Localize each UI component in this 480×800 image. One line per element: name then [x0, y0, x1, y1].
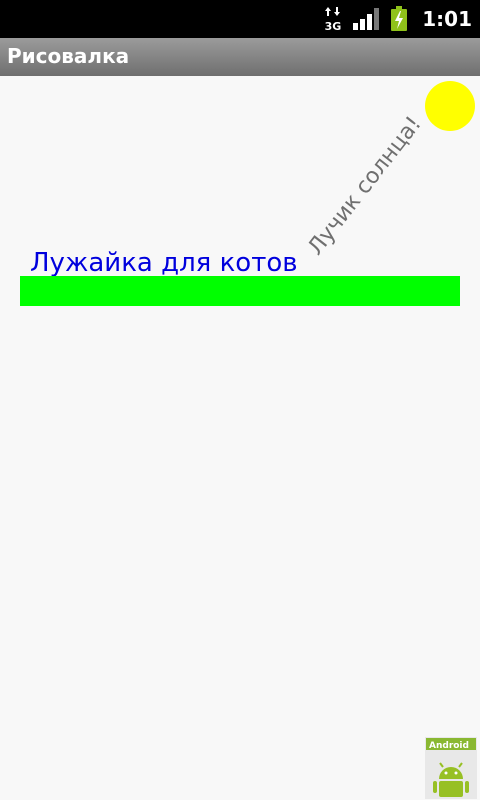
drawing-canvas: Лучик солнца! Лужайка для котов [0, 76, 480, 800]
lawn-rectangle [20, 276, 460, 306]
sun-circle [425, 81, 475, 131]
network-type-label: 3G [325, 20, 342, 32]
title-bar: Рисовалка [0, 38, 480, 77]
signal-strength-icon [353, 8, 380, 30]
battery-charging-icon [391, 6, 408, 31]
status-icons: 3G 1:01 [314, 0, 472, 38]
clock: 1:01 [422, 7, 472, 31]
android-watermark-icon: Android [425, 737, 477, 799]
sun-caption: Лучик солнца! [303, 111, 427, 261]
app-title: Рисовалка [7, 44, 130, 68]
lawn-label: Лужайка для котов [30, 248, 298, 278]
phone-screen: 3G 1:01 Рисовалка Лучик солнца! Лужайка … [0, 0, 480, 800]
data-transfer-icon: 3G [324, 6, 342, 33]
watermark-label: Android [429, 741, 469, 751]
status-bar: 3G 1:01 [0, 0, 480, 38]
